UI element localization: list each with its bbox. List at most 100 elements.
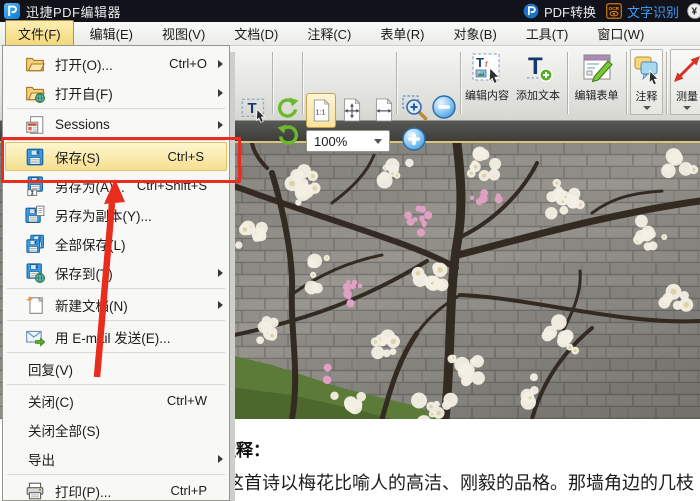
- svg-text:T: T: [248, 100, 257, 117]
- chevron-down-icon: [374, 139, 382, 144]
- annotation-body-text: 这首诗以梅花比喻人的高洁、刚毅的品格。那墙角边的几枝: [226, 469, 694, 495]
- menu-separator: [7, 352, 225, 353]
- menu-item-label: 另存为副本(Y)...: [55, 205, 152, 225]
- highlight-rectangle: [1, 137, 241, 183]
- zoom-in-button[interactable]: [401, 126, 427, 152]
- menu-item-label: 保存到(T): [55, 263, 113, 283]
- toolbar-button-label: 注释: [636, 88, 658, 104]
- pdf-convert-button[interactable]: PDF转换: [544, 2, 596, 21]
- file-menu-item[interactable]: 打开(O)... Ctrl+O: [3, 49, 229, 78]
- menu-bar: 文件(F)编辑(E)视图(V)文档(D)注释(C)表单(R)对象(B)工具(T)…: [0, 22, 700, 46]
- menu-item-label: 打开(O)...: [55, 54, 113, 74]
- toolbar-button-add-text[interactable]: T添加文本: [513, 49, 563, 115]
- menu-item-label: 新建文档(N): [55, 295, 128, 315]
- comment-icon: [630, 52, 664, 86]
- zoom-marquee-icon[interactable]: [401, 94, 429, 122]
- file-menu-item[interactable]: 回复(V): [3, 354, 229, 383]
- measure-icon: [670, 52, 700, 86]
- toolbar-button-comment[interactable]: 注释: [630, 49, 663, 115]
- menubar-item-3[interactable]: 文档(D): [221, 20, 291, 47]
- toolbar-button-measure[interactable]: 测量: [670, 49, 700, 115]
- menu-item-shortcut: Ctrl+O: [169, 56, 213, 71]
- text-select-tool-icon[interactable]: T: [239, 95, 271, 127]
- new-doc-icon: [25, 295, 45, 315]
- menu-item-shortcut: Ctrl+P: [171, 483, 213, 498]
- toolbar-button-edit-content[interactable]: Tr 编辑内容: [462, 49, 512, 115]
- rotate-ccw-icon[interactable]: [276, 123, 300, 147]
- chevron-down-icon: [643, 106, 651, 110]
- menubar-item-4[interactable]: 注释(C): [294, 20, 364, 47]
- menu-item-label: 全部保存(L): [55, 234, 126, 254]
- menu-separator: [7, 108, 225, 109]
- menubar-item-1[interactable]: 编辑(E): [77, 20, 146, 47]
- save-all-icon: [25, 234, 45, 254]
- file-menu-item[interactable]: 用 E-mail 发送(E)...: [3, 322, 229, 351]
- text-recognition-button[interactable]: 文字识别: [627, 2, 679, 21]
- edit-form-icon: [580, 51, 614, 85]
- submenu-arrow-icon: [213, 455, 223, 463]
- file-menu-item[interactable]: 另存为副本(Y)...: [3, 200, 229, 229]
- submenu-arrow-icon: [213, 269, 223, 277]
- actual-size-button[interactable]: 1:1: [306, 93, 336, 128]
- menubar-item-2[interactable]: 视图(V): [149, 20, 218, 47]
- submenu-arrow-icon: [213, 60, 223, 68]
- submenu-arrow-icon: [213, 301, 223, 309]
- menu-item-label: 用 E-mail 发送(E)...: [55, 327, 171, 347]
- file-menu-item[interactable]: 打印(P)... Ctrl+P: [3, 476, 229, 501]
- title-bar: 迅捷PDF编辑器 PDF转换 OCR 文字识别 ¥: [0, 0, 700, 22]
- zoom-level-value: 100%: [314, 134, 347, 149]
- menubar-item-7[interactable]: 工具(T): [513, 20, 582, 47]
- printer-icon: [25, 481, 45, 501]
- file-menu-item[interactable]: 全部保存(L): [3, 229, 229, 258]
- pdf-convert-icon[interactable]: [523, 3, 539, 19]
- menu-item-label: 打印(P)...: [55, 481, 111, 501]
- fit-width-button[interactable]: [370, 93, 398, 126]
- file-menu: 打开(O)...Ctrl+O打开自(F)Sessions保存(S)Ctrl+S另…: [2, 45, 230, 501]
- menubar-item-0[interactable]: 文件(F): [5, 20, 74, 47]
- ocr-icon[interactable]: OCR: [606, 3, 622, 19]
- zoom-level-select[interactable]: 100%: [306, 130, 390, 152]
- menu-separator: [7, 320, 225, 321]
- save-to-icon: [25, 263, 45, 283]
- save-copy-icon: [25, 205, 45, 225]
- toolbar-button-label: 编辑表单: [575, 87, 619, 103]
- file-menu-item[interactable]: 导出: [3, 444, 229, 473]
- file-menu-item[interactable]: 新建文档(N): [3, 290, 229, 319]
- add-text-icon: T: [521, 51, 555, 85]
- file-menu-item[interactable]: 关闭全部(S): [3, 415, 229, 444]
- menubar-item-6[interactable]: 对象(B): [440, 20, 509, 47]
- window-title: 迅捷PDF编辑器: [26, 2, 121, 21]
- menu-item-label: 关闭全部(S): [28, 420, 100, 440]
- file-menu-item[interactable]: Sessions: [3, 110, 229, 139]
- menu-separator: [7, 474, 225, 475]
- menu-item-label: 打开自(F): [55, 83, 113, 103]
- fit-page-button[interactable]: [338, 93, 366, 126]
- menu-separator: [7, 384, 225, 385]
- open-folder-globe-icon: [25, 83, 45, 103]
- rotate-cw-icon[interactable]: [276, 96, 300, 120]
- toolbar-button-label: 编辑内容: [465, 87, 509, 103]
- menubar-item-8[interactable]: 窗口(W): [584, 20, 657, 47]
- menu-separator: [7, 288, 225, 289]
- file-menu-item[interactable]: 保存到(T): [3, 258, 229, 287]
- menu-item-shortcut: Ctrl+W: [167, 393, 213, 408]
- submenu-arrow-icon: [213, 121, 223, 129]
- yen-icon[interactable]: ¥: [687, 3, 700, 19]
- menu-item-label: Sessions: [55, 117, 110, 132]
- file-menu-item[interactable]: 打开自(F): [3, 78, 229, 107]
- menu-item-label: 导出: [28, 449, 55, 469]
- toolbar-button-edit-form[interactable]: 编辑表单: [570, 49, 623, 115]
- file-menu-item[interactable]: 关闭(C)Ctrl+W: [3, 386, 229, 415]
- sessions-icon: [25, 115, 45, 135]
- menu-item-label: 回复(V): [28, 359, 73, 379]
- chevron-down-icon: [683, 106, 691, 110]
- edit-content-icon: Tr: [470, 51, 504, 85]
- actual-size-label: 1:1: [315, 108, 325, 117]
- email-icon: [25, 327, 45, 347]
- zoom-out-button[interactable]: [431, 94, 457, 120]
- submenu-arrow-icon: [213, 89, 223, 97]
- menubar-item-5[interactable]: 表单(R): [367, 20, 437, 47]
- app-logo-icon: [4, 3, 20, 19]
- svg-text:T: T: [476, 55, 484, 70]
- yen-glyph: ¥: [692, 7, 698, 18]
